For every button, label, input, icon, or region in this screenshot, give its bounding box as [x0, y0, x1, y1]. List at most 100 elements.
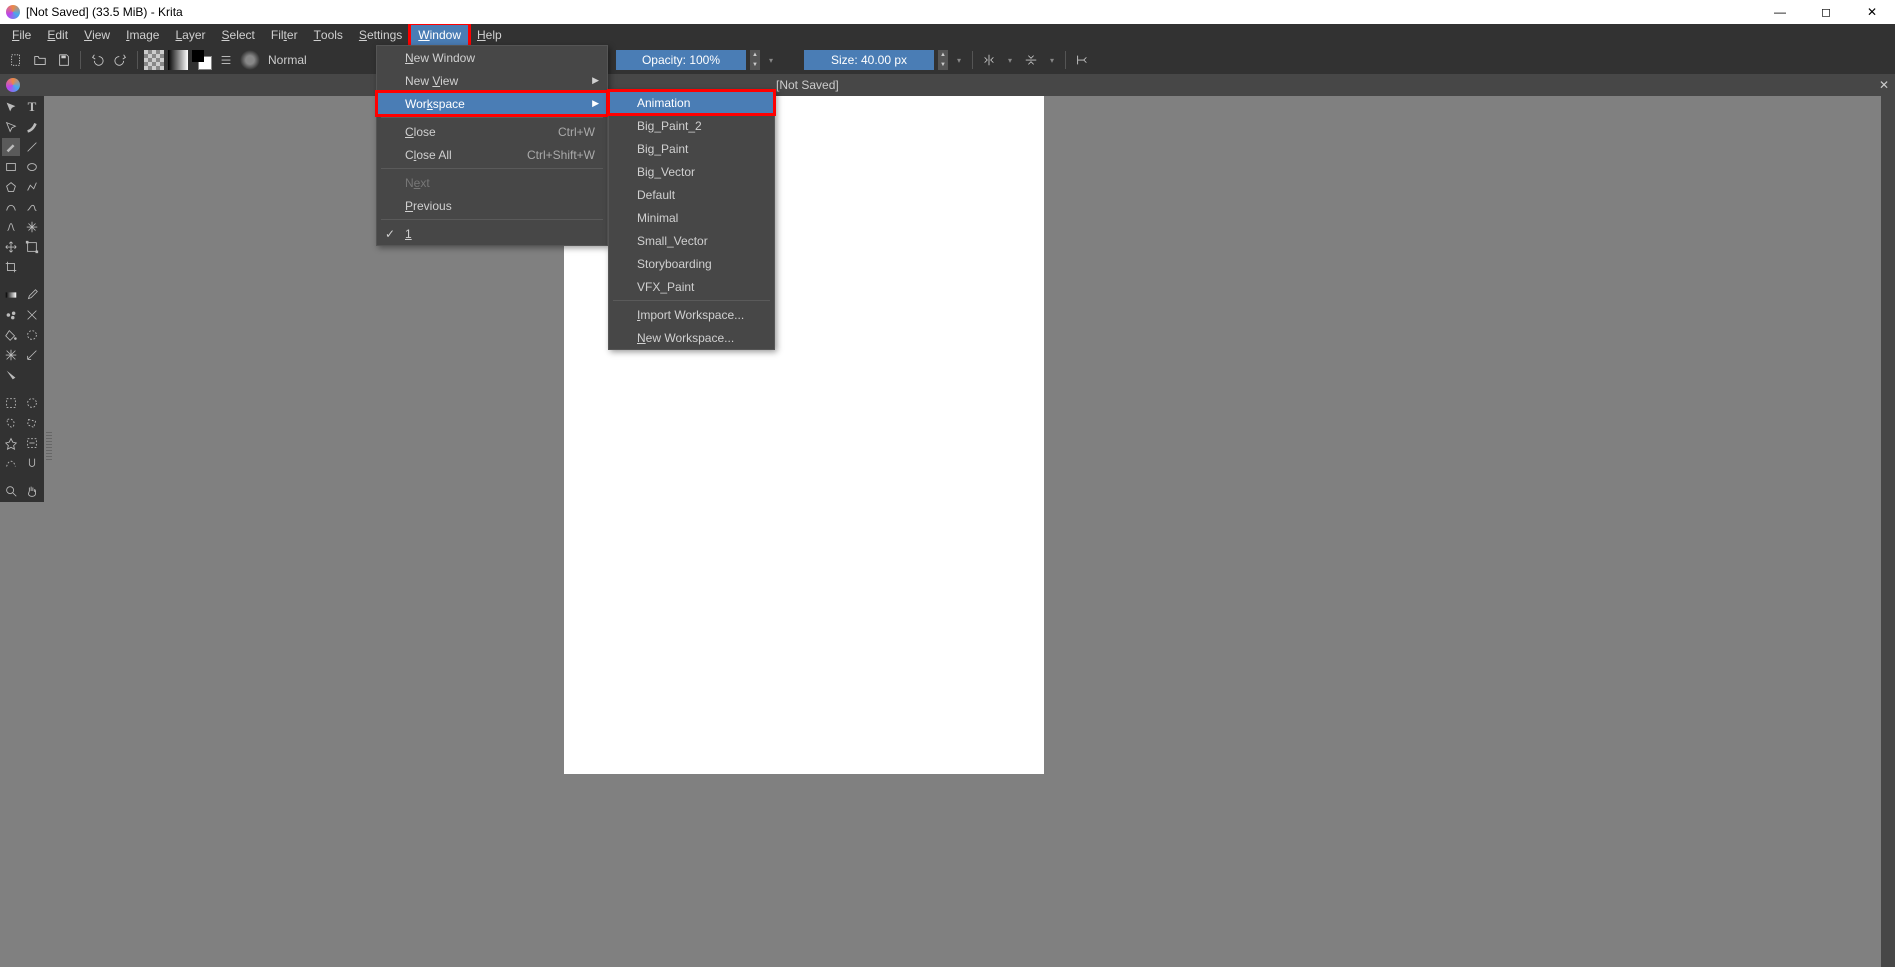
- menu-image[interactable]: Image: [118, 24, 167, 46]
- undo-icon[interactable]: [87, 50, 107, 70]
- maximize-button[interactable]: ◻: [1803, 0, 1849, 24]
- ellipse-select-tool-icon[interactable]: [23, 394, 41, 412]
- freehand-select-tool-icon[interactable]: [2, 414, 20, 432]
- rect-select-tool-icon[interactable]: [2, 394, 20, 412]
- workspace-menu-item-big-paint[interactable]: Big_Paint: [609, 137, 774, 160]
- calligraphy-tool-icon[interactable]: [23, 118, 41, 136]
- workspace-menu-item-big-vector[interactable]: Big_Vector: [609, 160, 774, 183]
- opacity-spinner[interactable]: ▲▼: [750, 50, 760, 70]
- fg-bg-color-icon[interactable]: [192, 50, 212, 70]
- window-menu-item-workspace[interactable]: Workspace▶: [377, 92, 607, 115]
- fill-tool-icon[interactable]: [2, 326, 20, 344]
- window-menu-item-new-window[interactable]: New Window: [377, 46, 607, 69]
- similar-select-tool-icon[interactable]: [23, 434, 41, 452]
- blend-mode-select[interactable]: [264, 50, 324, 70]
- gradient-tool-icon[interactable]: [2, 286, 20, 304]
- bezier-select-tool-icon[interactable]: [2, 454, 20, 472]
- size-dropdown-button[interactable]: ▾: [952, 50, 966, 70]
- polygon-tool-icon[interactable]: [2, 178, 20, 196]
- mirror-v-dropdown[interactable]: ▾: [1045, 50, 1059, 70]
- krita-icon: [6, 5, 20, 19]
- size-slider[interactable]: Size: 40.00 px: [804, 50, 934, 70]
- mirror-v-icon[interactable]: [1021, 50, 1041, 70]
- opacity-slider[interactable]: Opacity: 100%: [616, 50, 746, 70]
- transform-handles-tool-icon[interactable]: [23, 238, 41, 256]
- pan-tool-icon[interactable]: [23, 482, 41, 500]
- check-icon: ✓: [385, 227, 395, 241]
- polygonal-select-tool-icon[interactable]: [23, 414, 41, 432]
- window-menu-item-previous[interactable]: Previous: [377, 194, 607, 217]
- dynamic-brush-tool-icon[interactable]: [2, 218, 20, 236]
- workspace-menu-item-default[interactable]: Default: [609, 183, 774, 206]
- menu-layer[interactable]: Layer: [167, 24, 213, 46]
- ellipse-tool-icon[interactable]: [23, 158, 41, 176]
- opacity-dropdown-button[interactable]: ▾: [764, 50, 778, 70]
- freehand-path-tool-icon[interactable]: [23, 198, 41, 216]
- zoom-tool-icon[interactable]: [2, 482, 20, 500]
- reference-image-tool-icon[interactable]: [2, 366, 20, 384]
- workspace-menu-item-new-workspace-[interactable]: New Workspace...: [609, 326, 774, 349]
- mirror-h-dropdown[interactable]: ▾: [1003, 50, 1017, 70]
- contiguous-select-tool-icon[interactable]: [2, 434, 20, 452]
- pattern-swatch-icon[interactable]: [144, 50, 164, 70]
- polyline-tool-icon[interactable]: [23, 178, 41, 196]
- text-tool-icon[interactable]: T: [23, 98, 41, 116]
- move-tool-icon[interactable]: [2, 238, 20, 256]
- workspace-menu-item-animation[interactable]: Animation: [609, 91, 774, 114]
- window-menu-item-next: Next: [377, 171, 607, 194]
- rectangle-tool-icon[interactable]: [2, 158, 20, 176]
- menu-item-label: Big_Vector: [637, 165, 695, 179]
- menu-view[interactable]: View: [76, 24, 118, 46]
- gradient-swatch-icon[interactable]: [168, 50, 188, 70]
- workspace-menu-item-small-vector[interactable]: Small_Vector: [609, 229, 774, 252]
- window-menu-item-new-view[interactable]: New View▶: [377, 69, 607, 92]
- freehand-brush-tool-icon[interactable]: [2, 138, 20, 156]
- menu-edit[interactable]: Edit: [39, 24, 76, 46]
- pattern-edit-tool-icon[interactable]: [23, 326, 41, 344]
- edit-shapes-tool-icon[interactable]: [2, 118, 20, 136]
- menu-select[interactable]: Select: [214, 24, 263, 46]
- document-tab-name[interactable]: [Not Saved]: [776, 78, 839, 92]
- workspace-menu-item-vfx-paint[interactable]: VFX_Paint: [609, 275, 774, 298]
- menu-item-label: Default: [637, 188, 675, 202]
- magnetic-select-tool-icon[interactable]: [23, 454, 41, 472]
- transform-tool-icon[interactable]: [2, 98, 20, 116]
- colorize-mask-tool-icon[interactable]: [2, 306, 20, 324]
- assistants-tool-icon[interactable]: [2, 346, 20, 364]
- new-doc-icon[interactable]: [6, 50, 26, 70]
- menu-tools[interactable]: Tools: [306, 24, 351, 46]
- window-menu-item-1[interactable]: ✓1: [377, 222, 607, 245]
- close-button[interactable]: ✕: [1849, 0, 1895, 24]
- size-spinner[interactable]: ▲▼: [938, 50, 948, 70]
- measure-tool-icon[interactable]: [23, 346, 41, 364]
- workspace-menu-item-big-paint-2[interactable]: Big_Paint_2: [609, 114, 774, 137]
- workspace-menu-item-storyboarding[interactable]: Storyboarding: [609, 252, 774, 275]
- redo-icon[interactable]: [111, 50, 131, 70]
- brush-preset-icon[interactable]: [240, 50, 260, 70]
- menu-help[interactable]: Help: [469, 24, 510, 46]
- save-doc-icon[interactable]: [54, 50, 74, 70]
- menu-file[interactable]: File: [4, 24, 39, 46]
- menubar: FileEditViewImageLayerSelectFilterToolsS…: [0, 24, 1895, 46]
- wrap-icon[interactable]: [1072, 50, 1092, 70]
- bezier-tool-icon[interactable]: [2, 198, 20, 216]
- minimize-button[interactable]: —: [1757, 0, 1803, 24]
- window-menu-item-close[interactable]: CloseCtrl+W: [377, 120, 607, 143]
- multibrush-tool-icon[interactable]: [23, 218, 41, 236]
- open-doc-icon[interactable]: [30, 50, 50, 70]
- list-icon[interactable]: [216, 50, 236, 70]
- workspace-menu-item-minimal[interactable]: Minimal: [609, 206, 774, 229]
- menu-filter[interactable]: Filter: [263, 24, 306, 46]
- mirror-h-icon[interactable]: [979, 50, 999, 70]
- dock-drag-handle-icon[interactable]: [46, 430, 52, 460]
- smart-patch-tool-icon[interactable]: [23, 306, 41, 324]
- crop-tool-icon[interactable]: [2, 258, 20, 276]
- line-tool-icon[interactable]: [23, 138, 41, 156]
- menu-settings[interactable]: Settings: [351, 24, 410, 46]
- window-menu-dropdown: New WindowNew View▶Workspace▶ CloseCtrl+W…: [376, 45, 608, 246]
- close-tab-icon[interactable]: ✕: [1879, 78, 1889, 92]
- menu-window[interactable]: Window: [410, 24, 469, 46]
- color-sampler-tool-icon[interactable]: [23, 286, 41, 304]
- workspace-menu-item-import-workspace-[interactable]: Import Workspace...: [609, 303, 774, 326]
- window-menu-item-close-all[interactable]: Close AllCtrl+Shift+W: [377, 143, 607, 166]
